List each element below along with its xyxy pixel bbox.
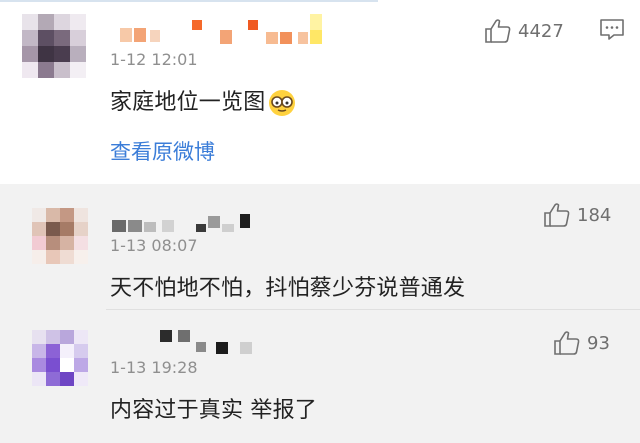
reply-time: 1-13 08:07 <box>110 236 198 255</box>
reply-username[interactable] <box>112 214 252 234</box>
divider <box>106 309 640 310</box>
glasses-face-emoji-icon <box>269 90 296 116</box>
reply-avatar[interactable] <box>32 208 88 264</box>
username[interactable] <box>120 14 330 48</box>
reply-username[interactable] <box>160 330 260 356</box>
like-count: 4427 <box>518 20 564 42</box>
reply-text: 内容过于真实 举报了 <box>110 398 317 423</box>
reply-list: 1-13 08:07 天不怕地不怕，抖怕蔡少芬说普通发 184 <box>0 184 640 443</box>
reply-like-count: 184 <box>577 204 612 226</box>
comment-text-content: 家庭地位一览图 <box>110 90 266 115</box>
comment-time: 1-12 12:01 <box>110 50 198 69</box>
reply-like-count: 93 <box>587 332 610 354</box>
comment-icon[interactable] <box>599 18 625 42</box>
thumbs-up-icon <box>544 203 570 227</box>
comment-text: 家庭地位一览图 <box>110 84 297 118</box>
avatar[interactable] <box>22 14 86 78</box>
reply-text: 天不怕地不怕，抖怕蔡少芬说普通发 <box>110 276 466 301</box>
divider <box>0 0 378 2</box>
reply-like-button[interactable]: 93 <box>553 330 610 356</box>
like-button[interactable]: 4427 <box>484 18 564 44</box>
main-comment: 1-12 12:01 家庭地位一览图 查看原微博 4427 <box>0 0 640 184</box>
reply-like-button[interactable]: 184 <box>543 202 611 228</box>
thumbs-up-icon <box>554 331 580 355</box>
view-original-link[interactable]: 查看原微博 <box>110 136 215 166</box>
thumbs-up-icon <box>485 19 511 43</box>
reply-time: 1-13 19:28 <box>110 358 198 377</box>
reply-avatar[interactable] <box>32 330 88 386</box>
